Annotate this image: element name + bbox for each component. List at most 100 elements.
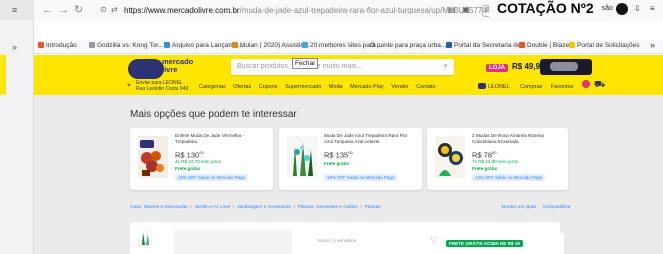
bookmark-item[interactable]: Introdução [38,42,77,49]
recommendation-card[interactable]: 2 Mudas De Rosa Amarela Roseira Colombia… [427,128,568,190]
permissions-icon[interactable]: ⇄ [111,5,118,14]
breadcrumb-item[interactable]: Jardinagem e Acessórios [237,205,291,210]
bookmark-label: Portal da Secretaria de... [454,42,526,49]
breadcrumb-separator: > [359,205,363,210]
bookmark-item[interactable]: Mulan ( 2020) Assistir ... [232,42,310,49]
discount-badge: 10% OFF Saldo no Mercado Pago [472,174,546,181]
mercado-livre-logo[interactable] [128,59,164,79]
chevron-right-icon[interactable]: » [12,42,17,52]
breadcrumb-separator: > [189,205,193,210]
share-link[interactable]: Compartilhar [543,205,570,210]
product-image [138,136,168,178]
recommendation-card[interactable]: Muda De Jade Azul Trepadeira Rara Flor A… [279,128,422,190]
price-cents: 00 [199,150,204,155]
tooltip: Fechar [292,58,319,69]
bookmarks-bar: Introdução Godzilla vs. Kong Tor... Arqu… [34,40,663,54]
shield-icon[interactable]: ⊙ [100,5,107,14]
downloads-icon[interactable]: ⇩ [634,4,641,13]
product-actions: Vender um igual Compartilhar [495,205,570,210]
bookmark-item[interactable]: Portal de Solicitações [569,42,640,49]
breadcrumb-item[interactable]: Plantas [365,205,381,210]
discount-badge: 10% OFF Saldo no Mercado Pago [324,174,398,181]
bookmark-item[interactable]: Double | Blaze [519,42,569,49]
reader-view-icon[interactable]: ▤ [448,5,456,14]
breadcrumb-separator: > [292,205,296,210]
bookmark-favicon [519,42,525,48]
nav-supermercado[interactable]: Supermercado [285,84,321,90]
bookmark-item[interactable]: G ponte para praça urba... [370,42,446,49]
page-content: Mais opções que podem te interessar Enfe… [34,95,663,254]
delivery-location[interactable]: Enviar para LEONEL Rua Leolofio Costa 94… [136,80,188,92]
back-arrow-icon[interactable]: ← [42,3,53,17]
installments: 4x R$ 32,70 sem juros [175,159,221,164]
bookmark-label: Introdução [46,42,77,49]
nav-vender[interactable]: Vender [391,84,408,90]
breadcrumb-item[interactable]: Plantas, Sementes e Cultivo [298,205,358,210]
product-title: Enfeite Muda De Jade Vermelha - Trepadei… [175,133,244,144]
bookmark-item[interactable]: Arquivo para Lançame... [164,42,243,49]
nav-cupons[interactable]: Cupons [259,84,278,90]
nav-ofertas[interactable]: Ofertas [233,84,251,90]
extension-icon[interactable] [616,3,628,15]
bookmark-label: Mulan ( 2020) Assistir ... [240,42,310,49]
screenshot-icon[interactable]: ▣ [462,5,470,14]
bookmark-item[interactable]: Godzilla vs. Kong Tor... [89,42,163,49]
product-title: 2 Mudas De Rosa Amarela Roseira Colombia… [472,133,545,144]
url-bar[interactable]: https://www.mercadolivre.com.br/muda-de-… [124,6,487,15]
price-value: R$ 135 [324,150,349,160]
logo-line2: livre [162,65,178,74]
breadcrumb-item[interactable]: Jardim e Ar Livre [194,205,230,210]
breadcrumb: Casa, Móveis e Decoração > Jardim e Ar Liv… [130,205,381,210]
forward-arrow-icon[interactable]: → [58,3,69,17]
compras-link[interactable]: Compras [520,84,542,90]
bookmarks-overflow-icon[interactable]: » [650,40,655,50]
url-domain: https://www.mercadolivre.com.br [124,6,240,15]
background-window: ≡ » [0,0,34,254]
discount-badge: 10% OFF Saldo no Mercado Pago [175,174,249,181]
header-nav: Categorias Ofertas Cupons Supermercado M… [199,84,442,90]
bookmark-label: Double | Blaze [527,42,570,49]
sell-similar-link[interactable]: Vender um igual [501,205,536,210]
menu-icon[interactable]: ≡ [12,5,17,15]
app-menu-icon[interactable]: ≡ [650,4,655,13]
bookmark-favicon [38,42,44,48]
account-links: Compras Favoritos [520,84,580,90]
site-header: mercado livre Buscar produtos, marcas e … [34,55,663,95]
user-menu[interactable]: LEONEL [478,83,510,90]
bookmark-label: G ponte para praça urba... [370,42,447,49]
recommendation-card[interactable]: Enfeite Muda De Jade Vermelha - Trepadei… [130,128,273,190]
installments: 7x R$ 14,90 sem juros [472,159,518,164]
favoritos-link[interactable]: Favoritos [551,84,574,90]
breadcrumb-separator: > [232,205,236,210]
section-title: Mais opções que podem te interessar [130,109,297,120]
bookmark-favicon [232,42,238,48]
cart-icon[interactable]: ⛟ [594,79,605,91]
favorite-heart-icon[interactable]: ♡ [430,235,438,246]
browser-window: ← → ↻ ⊙ ⇄ https://www.mercadolivre.com.b… [34,0,663,254]
promo-banner[interactable] [540,59,592,75]
bookmark-label: Portal de Solicitações [577,42,640,49]
product-thumbnail[interactable] [138,228,152,246]
search-input[interactable]: Buscar produtos, marcas e muito mais... … [231,59,454,75]
promo-banner-image [550,62,578,71]
nav-contato[interactable]: Contato [416,84,435,90]
bookmark-favicon [302,42,308,48]
reload-icon[interactable]: ↻ [74,3,83,17]
search-icon[interactable]: ⌕ [444,61,448,71]
nav-moda[interactable]: Moda [329,84,343,90]
location-pin-icon: ⌖ [127,82,131,89]
product-image [435,136,465,178]
nav-categorias[interactable]: Categorias [199,84,226,90]
notifications-icon[interactable] [582,80,590,88]
bookmark-item[interactable]: Portal da Secretaria de... [446,42,526,49]
breadcrumb-item[interactable]: Casa, Móveis e Decoração [130,205,188,210]
product-image [287,136,317,178]
promo-tag[interactable]: LOJA [486,64,509,72]
product-price: R$ 13500 [324,150,353,160]
free-shipping: Frete grátis [472,166,498,171]
product-title: Muda De Jade Azul Trepadeira Rara Flor A… [324,133,408,144]
nav-mercado-play[interactable]: Mercado Play [350,84,384,90]
free-shipping-banner: FRETE GRÁTIS ACIMA DE R$ 19 [446,240,523,247]
background-window-yellow-edge [0,55,6,95]
product-main-image[interactable] [174,230,292,254]
